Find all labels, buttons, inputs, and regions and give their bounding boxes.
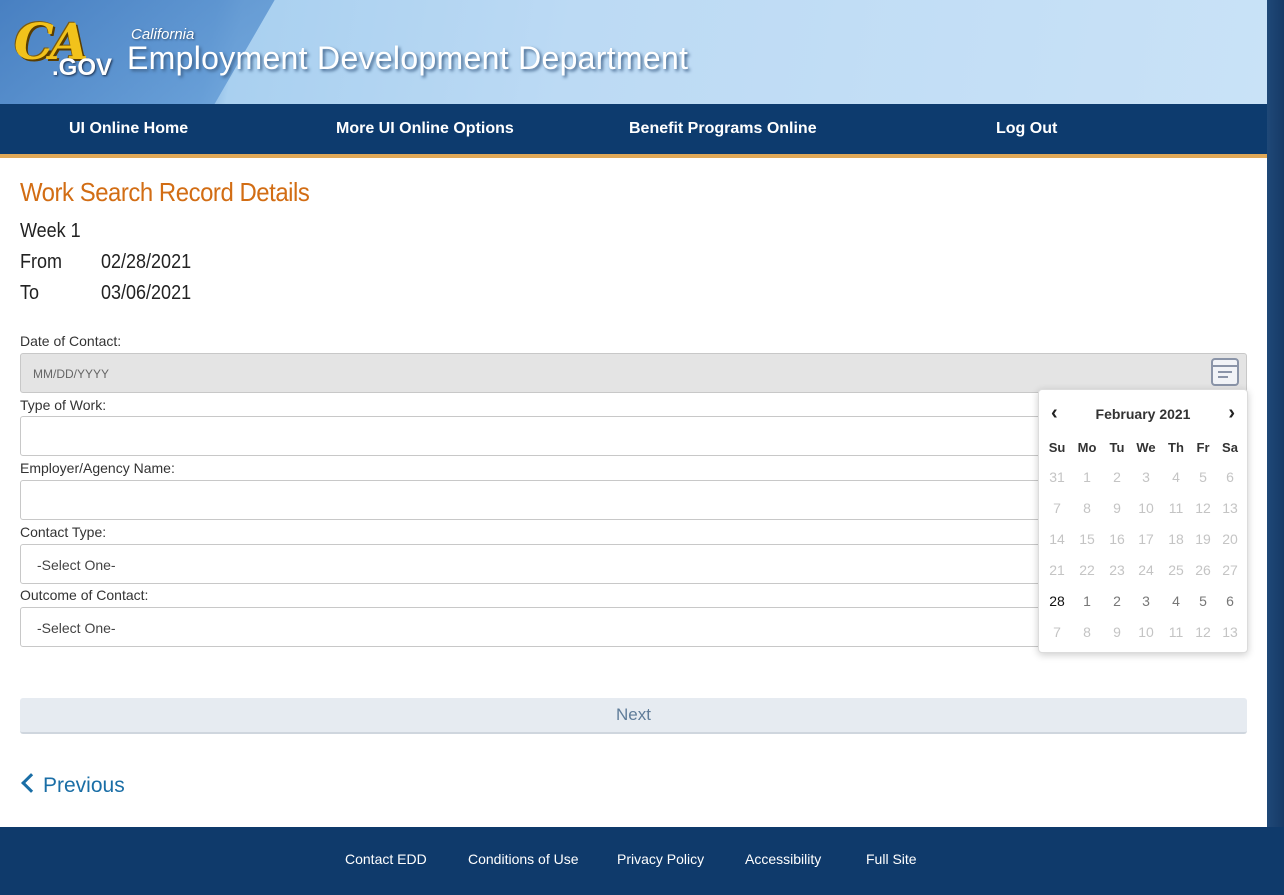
calendar-day: 10: [1138, 500, 1154, 516]
calendar-day[interactable]: 3: [1132, 591, 1160, 611]
calendar-day: 25: [1168, 562, 1184, 578]
calendar-day: 4: [1172, 469, 1180, 485]
footer-contact-edd[interactable]: Contact EDD: [345, 851, 427, 867]
contact-type-label: Contact Type:: [20, 524, 107, 540]
calendar-day: 9: [1113, 624, 1121, 640]
calendar-day: 24: [1138, 562, 1154, 578]
nav-benefit-programs-online[interactable]: Benefit Programs Online: [629, 104, 817, 154]
page-title: Work Search Record Details: [20, 177, 310, 207]
calendar-day[interactable]: 2: [1103, 591, 1131, 611]
week-label: Week 1: [20, 220, 81, 242]
calendar-day: 9: [1113, 500, 1121, 516]
calendar-day: 31: [1049, 469, 1065, 485]
calendar-day[interactable]: 1: [1073, 591, 1101, 611]
to-label: To: [20, 282, 40, 304]
calendar-next-month-button[interactable]: ›: [1228, 403, 1235, 423]
calendar-prev-month-button[interactable]: ‹: [1051, 403, 1058, 423]
outcome-of-contact-label: Outcome of Contact:: [20, 587, 149, 603]
calendar-day: 8: [1083, 624, 1091, 640]
footer: Contact EDD Conditions of Use Privacy Po…: [0, 827, 1284, 895]
ca-gov-logo[interactable]: CA .GOV: [14, 12, 114, 92]
calendar-dow-tu: Tu: [1109, 440, 1125, 455]
type-of-work-label: Type of Work:: [20, 397, 107, 413]
calendar-day: 1: [1083, 469, 1091, 485]
calendar-day: 21: [1049, 562, 1065, 578]
calendar-day[interactable]: 4: [1162, 591, 1190, 611]
calendar-day: 7: [1053, 500, 1061, 516]
calendar-day: 17: [1138, 531, 1154, 547]
from-value: 02/28/2021: [101, 251, 192, 273]
calendar-day: 2: [1113, 469, 1121, 485]
nav-log-out[interactable]: Log Out: [996, 104, 1057, 154]
calendar-header: February 2021 ‹ ›: [1039, 403, 1247, 424]
footer-full-site[interactable]: Full Site: [866, 851, 917, 867]
department-name: Employment Development Department: [127, 40, 689, 76]
header-banner: CA .GOV California Employment Developmen…: [0, 0, 1267, 104]
calendar-day[interactable]: 6: [1216, 591, 1244, 611]
calendar-day: 15: [1079, 531, 1095, 547]
calendar-dow-su: Su: [1048, 440, 1066, 455]
to-value: 03/06/2021: [101, 282, 192, 304]
calendar-day: 27: [1222, 562, 1238, 578]
date-of-contact-input[interactable]: MM/DD/YYYY: [20, 353, 1247, 393]
calendar-day: 13: [1222, 624, 1238, 640]
calendar-day: 26: [1195, 562, 1211, 578]
previous-label: Previous: [43, 774, 125, 797]
footer-accessibility[interactable]: Accessibility: [745, 851, 821, 867]
previous-link[interactable]: Previous: [20, 773, 125, 804]
next-button[interactable]: Next: [20, 698, 1247, 734]
calendar-day: 5: [1199, 469, 1207, 485]
calendar-dow-fr: Fr: [1196, 440, 1210, 455]
calendar-day: 10: [1138, 624, 1154, 640]
nav-ui-online-home[interactable]: UI Online Home: [69, 104, 188, 154]
chevron-left-icon: [21, 773, 41, 793]
calendar-day: 23: [1109, 562, 1125, 578]
calendar-month-label: February 2021: [1095, 406, 1191, 422]
calendar-dow-mo: Mo: [1077, 440, 1097, 455]
main-nav: UI Online Home More UI Online Options Be…: [0, 104, 1267, 158]
calendar-day: 6: [1226, 469, 1234, 485]
calendar-day: 7: [1053, 624, 1061, 640]
calendar-day: 14: [1049, 531, 1065, 547]
calendar-day: 22: [1079, 562, 1095, 578]
outcome-value: -Select One-: [37, 620, 116, 636]
calendar-day: 18: [1168, 531, 1184, 547]
calendar-day: 3: [1142, 469, 1150, 485]
calendar-day: 12: [1195, 624, 1211, 640]
footer-conditions-of-use[interactable]: Conditions of Use: [468, 851, 579, 867]
footer-privacy-policy[interactable]: Privacy Policy: [617, 851, 704, 867]
page: CA .GOV California Employment Developmen…: [0, 0, 1267, 895]
calendar-day: 11: [1168, 624, 1184, 640]
calendar-day[interactable]: 5: [1189, 591, 1217, 611]
nav-more-ui-online-options[interactable]: More UI Online Options: [336, 104, 514, 154]
logo-gov-text: .GOV: [52, 54, 113, 81]
calendar-day: 12: [1195, 500, 1211, 516]
employer-name-label: Employer/Agency Name:: [20, 460, 175, 476]
calendar-day: 11: [1168, 500, 1184, 516]
date-picker-popup: February 2021 ‹ › Su Mo Tu We Th Fr Sa 31 1 2 3 4 5 6…: [1038, 389, 1248, 653]
from-label: From: [20, 251, 63, 273]
calendar-day[interactable]: 28: [1043, 591, 1071, 611]
calendar-dow-th: Th: [1168, 440, 1184, 455]
date-placeholder: MM/DD/YYYY: [33, 367, 110, 381]
calendar-day: 20: [1222, 531, 1238, 547]
calendar-dow-sa: Sa: [1222, 440, 1238, 455]
calendar-icon[interactable]: [1211, 358, 1239, 386]
right-rail: [1267, 0, 1284, 895]
calendar-day: 19: [1195, 531, 1211, 547]
contact-type-value: -Select One-: [37, 557, 116, 573]
calendar-day: 13: [1222, 500, 1238, 516]
calendar-day: 16: [1109, 531, 1125, 547]
date-of-contact-label: Date of Contact:: [20, 333, 122, 349]
calendar-dow-we: We: [1136, 440, 1156, 455]
calendar-day: 8: [1083, 500, 1091, 516]
